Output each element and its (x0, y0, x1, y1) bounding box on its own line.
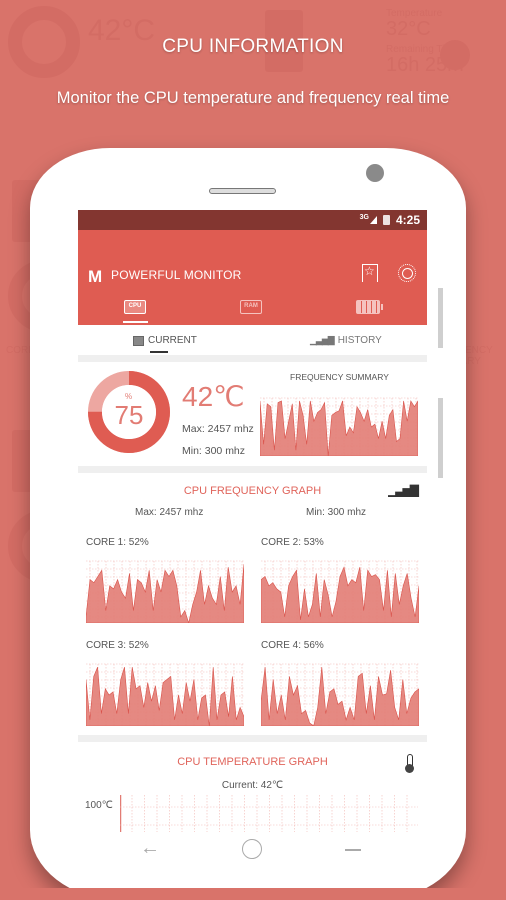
gear-icon[interactable] (398, 264, 416, 282)
frequency-graph-title: CPU FREQUENCY GRAPH (183, 485, 322, 497)
signal-icon (369, 216, 377, 224)
core-1-label: CORE 1: 52% (86, 537, 149, 548)
home-circle-icon[interactable] (242, 839, 262, 859)
status-time: 4:25 (395, 213, 420, 227)
max-frequency: Max: 2457 mhz (135, 507, 204, 518)
subtab-label: CURRENT (148, 335, 197, 346)
current-temperature: Current: 42℃ (221, 780, 284, 791)
area-series (261, 667, 419, 726)
core-3-label: CORE 3: 52% (86, 640, 149, 651)
nav-bar: ← (78, 836, 427, 866)
area-series (260, 400, 418, 456)
frequency-card: CPU FREQUENCY GRAPH ▁▃▅▇ Max: 2457 mhz M… (78, 473, 427, 735)
cpu-chip-icon: CPU (128, 303, 142, 309)
app-bar: M POWERFUL MONITOR CPU RAM (78, 230, 427, 325)
temperature-card: CPU TEMPERATURE GRAPH Current: 42℃ 100℃ (78, 742, 427, 832)
recent-apps-icon[interactable] (345, 849, 361, 851)
tab-indicator (123, 321, 148, 323)
front-camera (366, 164, 384, 182)
frequency-summary-title: FREQUENCY SUMMARY (290, 372, 389, 382)
subtab-current[interactable]: CURRENT (133, 335, 197, 346)
subtab-history[interactable]: ▁▃▅▇ HISTORY (310, 335, 382, 346)
cpu-temperature: 42℃ (182, 381, 245, 412)
temperature-axis-max: 100℃ (85, 800, 113, 811)
app-screen: 3G 4:25 M POWERFUL MONITOR CPU RAM CURRE… (78, 210, 427, 832)
core-4-label: CORE 4: 56% (261, 640, 324, 651)
background-strip (0, 888, 506, 900)
subtab-label: HISTORY (337, 335, 382, 346)
bar-chart-icon[interactable]: ▁▃▅▇ (388, 483, 419, 497)
app-title: POWERFUL MONITOR (111, 268, 242, 282)
usage-percent: 75 (114, 400, 144, 430)
promo-subline: Monitor the CPU temperature and frequenc… (56, 89, 450, 107)
tab-battery[interactable] (356, 300, 383, 314)
cpu-icon (133, 335, 144, 346)
tab-ram[interactable]: RAM (240, 300, 262, 314)
status-bar: 3G 4:25 (78, 210, 427, 230)
back-arrow-icon[interactable]: ← (140, 837, 160, 860)
thermometer-icon[interactable] (405, 754, 414, 773)
area-series (86, 564, 244, 623)
app-logo: M (88, 267, 102, 286)
tab-cpu[interactable]: CPU (124, 300, 146, 314)
core-3-graph (86, 663, 244, 726)
ram-chip-icon: RAM (244, 303, 258, 309)
temperature-graph-title: CPU TEMPERATURE GRAPH (177, 756, 328, 768)
area-series (261, 566, 419, 623)
bar-chart-icon: ▁▃▅▇ (310, 335, 335, 345)
min-frequency: Min: 300 mhz (306, 507, 367, 518)
power-button (438, 398, 443, 478)
summary-card: % 75 42℃ Max: 2457 mhz Min: 300 mhz FREQ… (78, 362, 427, 466)
network-type: 3G (359, 213, 369, 221)
max-frequency: Max: 2457 mhz (182, 423, 254, 435)
promo-headline: CPU INFORMATION (162, 36, 344, 57)
sub-tabs: CURRENT ▁▃▅▇ HISTORY (78, 325, 427, 355)
min-frequency: Min: 300 mhz (182, 445, 246, 457)
battery-status-icon (382, 215, 390, 225)
core-2-label: CORE 2: 53% (261, 537, 324, 548)
core-2-graph (261, 560, 419, 623)
temperature-graph (120, 795, 418, 832)
core-4-graph (261, 663, 419, 726)
core-1-graph (86, 560, 244, 623)
volume-button (438, 288, 443, 348)
frequency-summary-graph (260, 397, 418, 456)
bookmark-star-icon[interactable] (362, 264, 378, 282)
speaker-grille (209, 188, 276, 194)
subtab-indicator (150, 351, 168, 353)
area-series (86, 666, 244, 726)
